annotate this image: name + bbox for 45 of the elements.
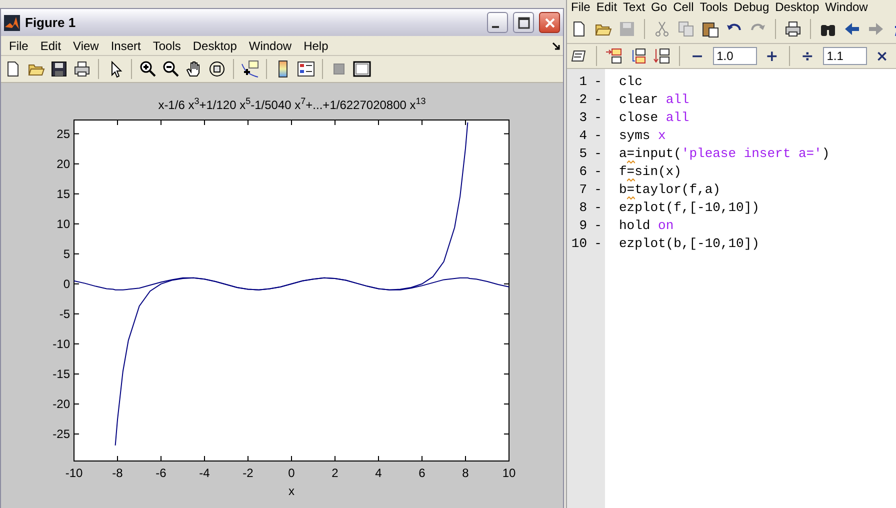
line-number: 9 <box>578 218 587 232</box>
line-number: 2 <box>578 92 587 106</box>
code-line: ezplot(f,[-10,10]) <box>619 200 760 214</box>
x-tick-label: 10 <box>502 466 516 480</box>
code-line: close all <box>619 110 690 124</box>
x-axis-label: x <box>288 484 294 498</box>
code-line: f=sin(x) <box>619 164 682 178</box>
code-line: clear all <box>619 92 690 106</box>
chart-title: x-1/6 x$^{3}$+1/120 x$^{5}$-1/5040 x$^{7}$+...+1/6227020800 x$^{13}$ <box>158 98 426 112</box>
x-tick-label: 2 <box>332 466 338 480</box>
code-line: syms x <box>619 128 666 142</box>
line-number: 1 <box>578 74 587 88</box>
y-tick-label: -20 <box>52 396 70 411</box>
line-number: 6 <box>578 164 587 178</box>
y-tick-label: 25 <box>56 126 70 141</box>
code-line: a=input('please insert a=') <box>619 146 830 160</box>
y-tick-label: -5 <box>59 306 70 321</box>
y-tick-label: -25 <box>52 426 70 441</box>
line-number: 3 <box>578 110 587 124</box>
x-tick-label: 0 <box>288 466 295 480</box>
line-number: 4 <box>578 128 587 142</box>
line-number: 7 <box>578 182 587 196</box>
x-tick-label: 4 <box>375 466 382 480</box>
line-number: 10 <box>570 236 587 250</box>
x-tick-label: -8 <box>112 466 123 480</box>
x-tick-label: -6 <box>156 466 166 480</box>
x-tick-label: 8 <box>462 466 469 480</box>
code-line: ezplot(b,[-10,10]) <box>619 236 760 250</box>
code-line: b=taylor(f,a) <box>619 182 720 196</box>
y-tick-label: 5 <box>63 246 70 261</box>
y-tick-label: 20 <box>56 156 70 171</box>
y-tick-label: 0 <box>63 276 70 291</box>
y-tick-label: -10 <box>52 336 70 351</box>
code-line: clc <box>619 74 642 88</box>
y-tick-label: -15 <box>52 366 70 381</box>
x-tick-label: -4 <box>199 466 210 480</box>
y-tick-label: 10 <box>56 216 70 231</box>
window-title: Figure 1 <box>25 15 77 30</box>
code-line: hold on <box>619 218 674 232</box>
x-tick-label: -10 <box>65 466 83 480</box>
line-number: 8 <box>578 200 587 214</box>
line-number: 5 <box>578 146 587 160</box>
x-tick-label: 6 <box>418 466 426 480</box>
x-tick-label: -2 <box>242 466 254 480</box>
y-tick-label: 15 <box>56 186 70 201</box>
